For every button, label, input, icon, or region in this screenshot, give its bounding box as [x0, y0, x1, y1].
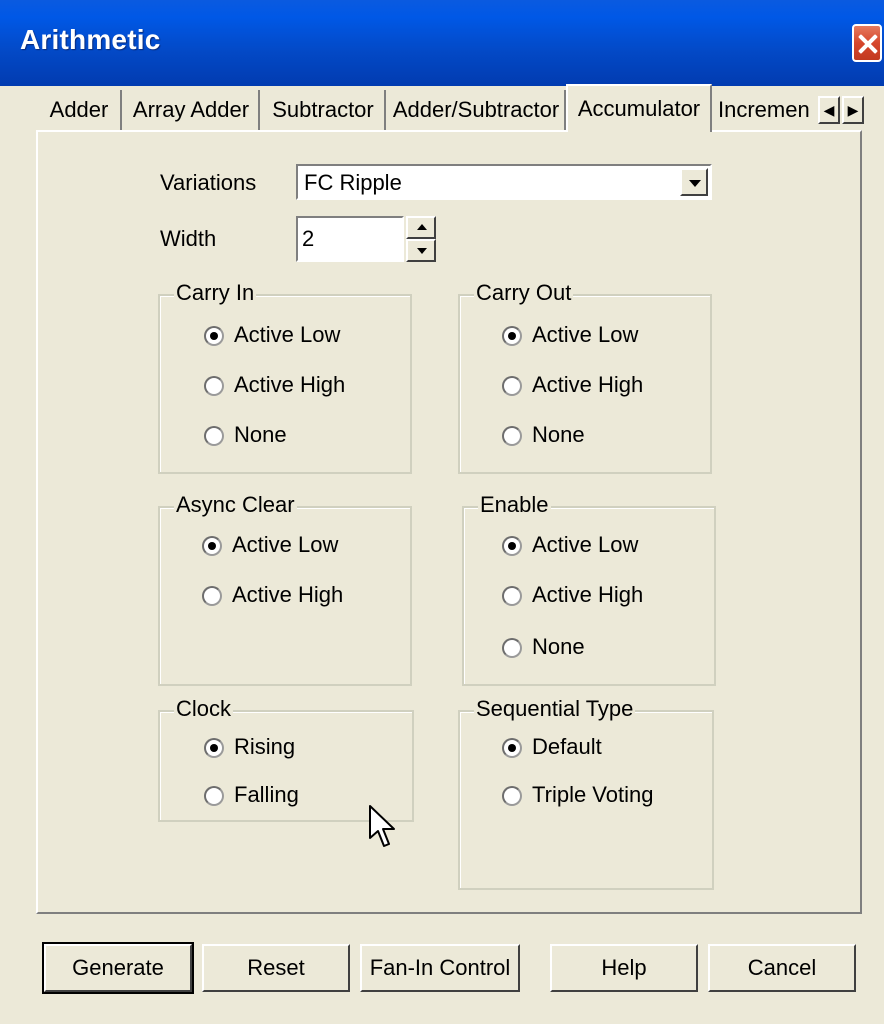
tab-array-adder[interactable]: Array Adder: [124, 90, 260, 130]
radio-icon[interactable]: [204, 376, 224, 396]
help-button[interactable]: Help: [550, 944, 698, 992]
radio-icon[interactable]: [502, 376, 522, 396]
radio-checked-icon[interactable]: [502, 326, 522, 346]
fan-in-control-button[interactable]: Fan-In Control: [360, 944, 520, 992]
radio-label: None: [532, 422, 585, 447]
variations-label: Variations: [160, 170, 257, 195]
radio-label: Active Low: [232, 532, 339, 557]
enable-group: Enable Active Low Active High None: [462, 492, 716, 686]
reset-button[interactable]: Reset: [202, 944, 350, 992]
radio-label: Falling: [234, 782, 299, 807]
radio-icon[interactable]: [502, 426, 522, 446]
tab-scroll-right-icon[interactable]: ▶: [842, 96, 864, 124]
width-spinner-input[interactable]: 2: [296, 216, 404, 262]
radio-icon[interactable]: [502, 786, 522, 806]
radio-label: Active Low: [532, 322, 639, 347]
radio-label: Active Low: [532, 532, 639, 557]
radio-label: Default: [532, 734, 602, 759]
radio-icon[interactable]: [204, 786, 224, 806]
width-label: Width: [160, 226, 217, 251]
radio-label: None: [532, 634, 585, 659]
group-title: Carry In: [174, 280, 257, 306]
variations-dropdown[interactable]: FC Ripple: [296, 164, 712, 200]
radio-checked-icon[interactable]: [502, 536, 522, 556]
radio-label: Active High: [532, 372, 644, 397]
chevron-down-icon[interactable]: [680, 168, 708, 196]
carry-out-group: Carry Out Active Low Active High None: [458, 280, 712, 474]
tab-label: Adder: [49, 97, 109, 122]
group-title: Carry Out: [474, 280, 574, 306]
variations-value: FC Ripple: [304, 170, 402, 195]
width-value: 2: [302, 226, 315, 251]
generate-button[interactable]: Generate: [42, 942, 194, 994]
radio-checked-icon[interactable]: [204, 738, 224, 758]
title-bar[interactable]: Arithmetic: [0, 0, 884, 86]
width-spinner: [406, 216, 436, 262]
tab-incrementer[interactable]: Incremen: [714, 90, 824, 130]
group-title: Enable: [478, 492, 551, 518]
tab-subtractor[interactable]: Subtractor: [262, 90, 386, 130]
radio-checked-icon[interactable]: [502, 738, 522, 758]
tab-adder[interactable]: Adder: [38, 90, 122, 130]
radio-checked-icon[interactable]: [204, 326, 224, 346]
tab-accumulator[interactable]: Accumulator: [566, 84, 712, 132]
tab-scroll-left-icon[interactable]: ◀: [818, 96, 840, 124]
sequential-type-group: Sequential Type Default Triple Voting: [458, 696, 714, 890]
tab-label: Accumulator: [577, 96, 701, 121]
radio-icon[interactable]: [502, 638, 522, 658]
tab-label: Incremen: [718, 97, 810, 122]
radio-checked-icon[interactable]: [202, 536, 222, 556]
radio-label: Active High: [232, 582, 344, 607]
async-clear-group: Async Clear Active Low Active High: [158, 492, 412, 686]
carry-in-group: Carry In Active Low Active High None: [158, 280, 412, 474]
tab-adder-subtractor[interactable]: Adder/Subtractor: [388, 90, 566, 130]
radio-label: Triple Voting: [532, 782, 654, 807]
cancel-button[interactable]: Cancel: [708, 944, 856, 992]
close-icon[interactable]: [852, 24, 882, 62]
radio-label: Rising: [234, 734, 296, 759]
radio-icon[interactable]: [502, 586, 522, 606]
radio-icon[interactable]: [202, 586, 222, 606]
group-title: Sequential Type: [474, 696, 636, 722]
radio-label: Active High: [234, 372, 346, 397]
group-title: Async Clear: [174, 492, 297, 518]
window-title: Arithmetic: [20, 24, 161, 55]
spin-up-icon[interactable]: [406, 216, 436, 239]
tab-label: Array Adder: [132, 97, 250, 122]
mouse-pointer-icon: [369, 805, 395, 847]
spin-down-icon[interactable]: [406, 239, 436, 262]
radio-icon[interactable]: [204, 426, 224, 446]
group-title: Clock: [174, 696, 234, 722]
radio-label: Active Low: [234, 322, 341, 347]
tab-label: Subtractor: [272, 97, 374, 122]
tab-label: Adder/Subtractor: [392, 97, 560, 122]
radio-label: None: [234, 422, 287, 447]
radio-label: Active High: [532, 582, 644, 607]
